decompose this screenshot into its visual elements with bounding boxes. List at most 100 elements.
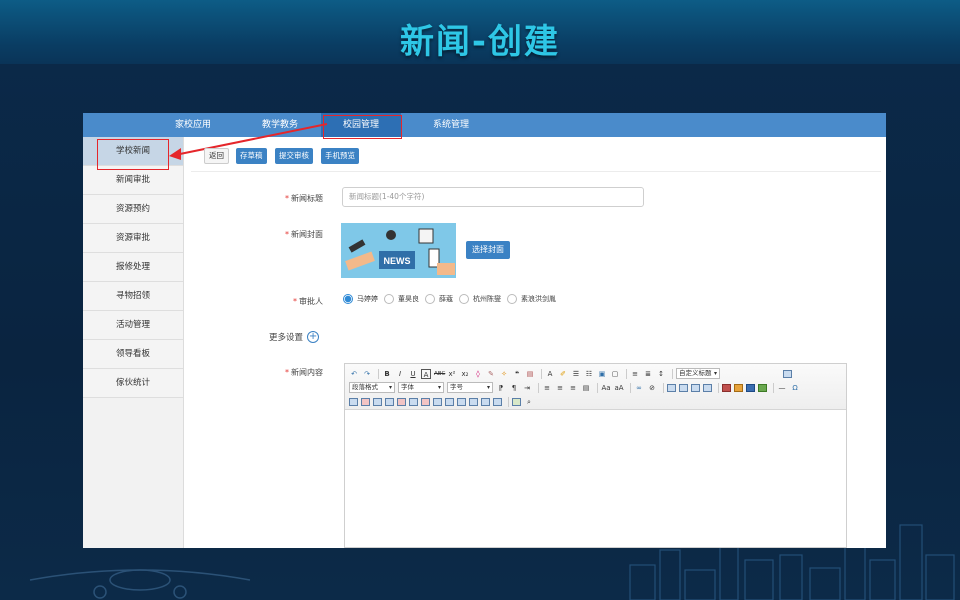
- select-cover-button[interactable]: 选择封面: [466, 241, 510, 259]
- underline-icon[interactable]: U: [408, 369, 418, 379]
- approver-option[interactable]: 素浪洪剑胤: [507, 294, 556, 304]
- insert-table-icon[interactable]: [349, 397, 358, 406]
- lowercase-icon[interactable]: aA: [614, 383, 624, 393]
- image-left-icon[interactable]: [667, 383, 676, 392]
- sidebar-item-news-approval[interactable]: 新闻审批: [83, 166, 183, 195]
- row-spacing-top-icon[interactable]: ≡: [630, 369, 640, 379]
- eraser-icon[interactable]: ◊: [473, 369, 483, 379]
- slide-title: 新闻-创建: [399, 22, 561, 62]
- uppercase-icon[interactable]: Aa: [601, 383, 611, 393]
- separator: [508, 396, 509, 407]
- image-none-icon[interactable]: [679, 383, 688, 392]
- separator: [718, 382, 719, 393]
- ordered-list-icon[interactable]: ☰: [571, 369, 581, 379]
- sidebar-item-activity[interactable]: 活动管理: [83, 311, 183, 340]
- fullscreen-icon[interactable]: [783, 369, 792, 378]
- sidebar-item-repair[interactable]: 报修处理: [83, 253, 183, 282]
- merge-down-icon[interactable]: [457, 397, 466, 406]
- sidebar-item-resource-approval[interactable]: 资源审批: [83, 224, 183, 253]
- airplane-decoration: [29, 569, 251, 599]
- news-cover-image[interactable]: NEWS: [341, 223, 456, 278]
- subscript-icon[interactable]: x₂: [460, 369, 470, 379]
- radio-icon: [507, 294, 517, 304]
- news-title-input[interactable]: 新闻标题(1-40个字符): [342, 187, 644, 207]
- quote-icon[interactable]: ❝: [512, 369, 522, 379]
- sidebar-item-lost-found[interactable]: 寻物招领: [83, 282, 183, 311]
- image-right-icon[interactable]: [691, 383, 700, 392]
- approver-option[interactable]: 马婷婷: [343, 294, 378, 304]
- strikethrough-icon[interactable]: ABC: [434, 369, 445, 379]
- sidebar-item-resource-booking[interactable]: 资源预约: [83, 195, 183, 224]
- rtl-icon[interactable]: ¶: [509, 383, 519, 393]
- sidebar-item-leader-board[interactable]: 领导看板: [83, 340, 183, 369]
- ltr-icon[interactable]: ⁋: [496, 383, 506, 393]
- auto-format-icon[interactable]: ✧: [499, 369, 509, 379]
- delete-table-icon[interactable]: [361, 397, 370, 406]
- line-height-icon[interactable]: ↕: [656, 369, 666, 379]
- unordered-list-icon[interactable]: ☷: [584, 369, 594, 379]
- delete-column-icon[interactable]: [421, 397, 430, 406]
- insert-row-icon[interactable]: [385, 397, 394, 406]
- approver-option[interactable]: 杭州陈燮: [459, 294, 501, 304]
- link-icon[interactable]: ∞: [634, 383, 644, 393]
- image-upload-icon[interactable]: [722, 383, 731, 392]
- undo-icon[interactable]: ↶: [349, 369, 359, 379]
- border-icon[interactable]: A: [421, 368, 431, 379]
- approver-option[interactable]: 董昊良: [384, 294, 419, 304]
- radio-icon: [425, 294, 435, 304]
- font-color-icon[interactable]: A: [545, 369, 555, 379]
- special-char-icon[interactable]: Ω: [790, 383, 800, 393]
- svg-text:NEWS: NEWS: [384, 256, 411, 266]
- redo-icon[interactable]: ↷: [362, 369, 372, 379]
- superscript-icon[interactable]: x²: [447, 369, 457, 379]
- back-button[interactable]: 返回: [204, 148, 229, 164]
- format-brush-icon[interactable]: ✎: [486, 369, 496, 379]
- align-justify-icon[interactable]: ▤: [581, 383, 591, 393]
- image-center-icon[interactable]: [703, 383, 712, 392]
- split-rows-icon[interactable]: [481, 397, 490, 406]
- merge-cells-icon[interactable]: [433, 397, 442, 406]
- save-draft-button[interactable]: 存草稿: [236, 148, 267, 164]
- preview-icon[interactable]: [512, 397, 521, 406]
- paragraph-format-select[interactable]: 段落格式: [349, 382, 395, 393]
- font-size-select[interactable]: 字号: [447, 382, 493, 393]
- cover-label: * 新闻封面: [285, 230, 323, 239]
- split-cells-icon[interactable]: [469, 397, 478, 406]
- submit-review-button[interactable]: 提交审核: [275, 148, 313, 164]
- font-family-select[interactable]: 字体: [398, 382, 444, 393]
- insert-column-icon[interactable]: [409, 397, 418, 406]
- delete-row-icon[interactable]: [397, 397, 406, 406]
- search-replace-icon[interactable]: ⌕: [524, 397, 534, 407]
- attachment-icon[interactable]: [758, 383, 767, 392]
- video-icon[interactable]: [746, 383, 755, 392]
- indent-icon[interactable]: ⇥: [522, 383, 532, 393]
- split-cols-icon[interactable]: [493, 397, 502, 406]
- unlink-icon[interactable]: ⊘: [647, 383, 657, 393]
- align-left-icon[interactable]: ≡: [542, 383, 552, 393]
- mobile-preview-button[interactable]: 手机预览: [321, 148, 359, 164]
- select-all-icon[interactable]: ▣: [597, 369, 607, 379]
- italic-icon[interactable]: I: [395, 369, 405, 379]
- insert-paragraph-before-table-icon[interactable]: [373, 397, 382, 406]
- highlight-color-icon[interactable]: ✐: [558, 369, 568, 379]
- clear-doc-icon[interactable]: ▢: [610, 369, 620, 379]
- more-settings-toggle[interactable]: 更多设置 +: [269, 331, 320, 343]
- horizontal-line-icon[interactable]: —: [777, 383, 787, 393]
- bold-icon[interactable]: B: [382, 369, 392, 379]
- approver-radio-group: 马婷婷 董昊良 薛蔻 杭州陈燮 素浪洪剑胤: [343, 292, 562, 306]
- plus-icon: +: [307, 331, 320, 343]
- multi-image-icon[interactable]: [734, 383, 743, 392]
- sidebar-item-statistics[interactable]: 傢伙统计: [83, 369, 183, 398]
- radio-icon: [384, 294, 394, 304]
- radio-icon: [343, 294, 353, 304]
- row-spacing-bottom-icon[interactable]: ≣: [643, 369, 653, 379]
- nav-system-management[interactable]: 系统管理: [411, 113, 491, 137]
- approver-option[interactable]: 薛蔻: [425, 294, 453, 304]
- custom-title-select[interactable]: 自定义标题: [676, 368, 720, 379]
- paste-text-icon[interactable]: ▤: [525, 369, 535, 379]
- toolbar-divider: [191, 171, 881, 172]
- merge-right-icon[interactable]: [445, 397, 454, 406]
- align-center-icon[interactable]: ≡: [555, 383, 565, 393]
- editor-content-area[interactable]: [345, 410, 846, 547]
- align-right-icon[interactable]: ≡: [568, 383, 578, 393]
